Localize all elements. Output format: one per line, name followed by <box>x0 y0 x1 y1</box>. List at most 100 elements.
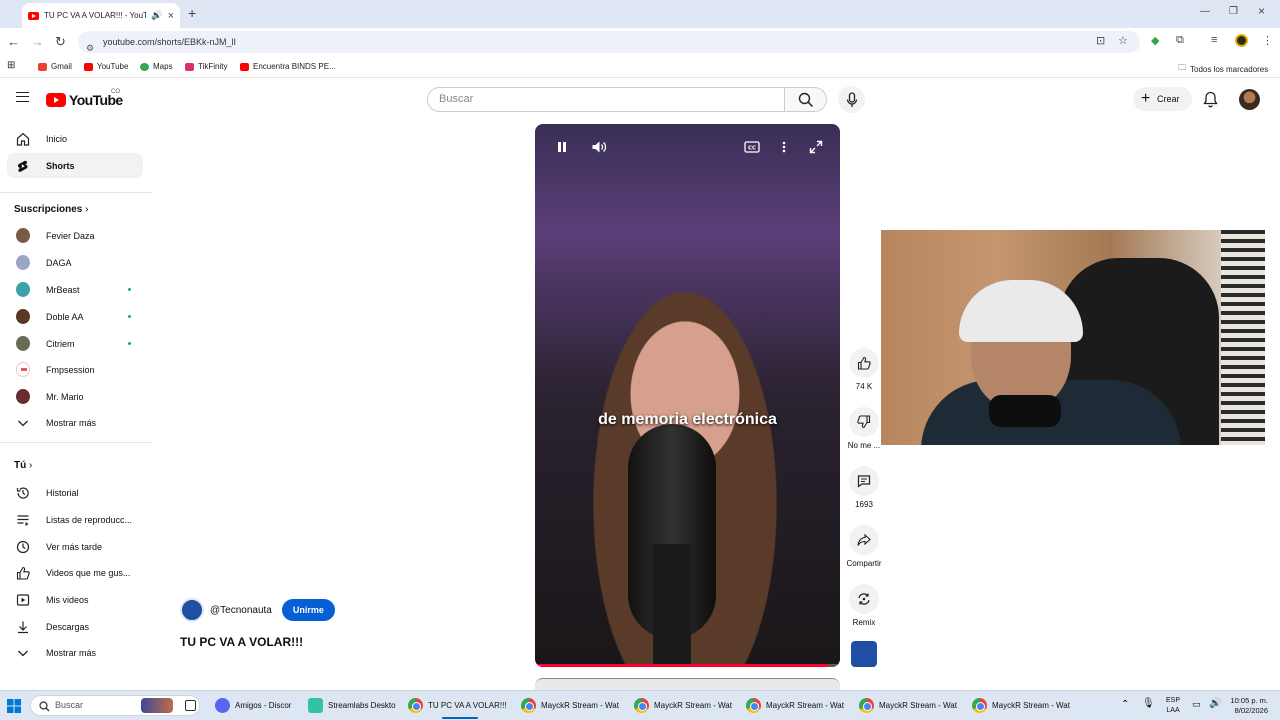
gmail-icon <box>38 62 47 71</box>
video-progress-bar[interactable] <box>535 664 840 667</box>
show-more-subscriptions[interactable]: Mostrar más <box>7 410 143 435</box>
sidebar-item-subscription[interactable]: MrBeast <box>7 277 143 302</box>
dislike-button[interactable]: No me ... <box>843 407 885 450</box>
sidebar-item-inicio[interactable]: Inicio <box>7 126 143 151</box>
sidebar-item-watch-later[interactable]: Ver más tarde <box>7 534 143 559</box>
remix-button[interactable]: Remix <box>843 584 885 627</box>
sidebar-item-subscription[interactable]: Fmpsession <box>7 357 143 382</box>
chevron-up-icon[interactable]: ⌃ <box>1121 699 1129 710</box>
volume-icon[interactable] <box>591 140 607 154</box>
bookmark-binds[interactable]: Encuentra BINDS PE... <box>240 62 336 71</box>
sidebar-item-subscription[interactable]: Citriem <box>7 331 143 356</box>
sidebar-item-historial[interactable]: Historial <box>7 480 143 505</box>
bookmark-maps[interactable]: Maps <box>140 62 173 71</box>
bookmark-label: Gmail <box>51 62 72 71</box>
next-short-preview[interactable] <box>535 678 840 690</box>
channel-handle[interactable]: @Tecnonauta <box>210 605 272 616</box>
pause-icon[interactable] <box>555 140 569 154</box>
streamlabs-icon <box>308 698 323 713</box>
taskbar-app[interactable]: Amigos - Discor <box>215 698 291 713</box>
join-button[interactable]: Unirme <box>281 599 335 621</box>
chrome-icon <box>972 698 987 713</box>
sidebar-item-shorts[interactable]: Shorts <box>7 153 143 178</box>
sidebar-item-playlists[interactable]: Listas de reproducc... <box>7 507 143 532</box>
close-tab-icon[interactable]: × <box>168 10 174 22</box>
install-app-icon[interactable]: ⊡ <box>1096 34 1105 47</box>
profile-avatar[interactable] <box>1235 34 1248 47</box>
search-icon <box>39 701 50 712</box>
channel-thumbnail[interactable] <box>851 641 877 667</box>
notifications-bell-icon[interactable] <box>1203 91 1218 108</box>
share-button[interactable]: Compartir <box>843 525 885 568</box>
search-input[interactable]: Buscar <box>427 87 785 112</box>
language-indicator[interactable]: ESP LAA <box>1166 696 1180 716</box>
clock-time: 10:05 p. m. <box>1230 696 1268 705</box>
back-icon[interactable]: ← <box>7 34 20 49</box>
minimize-icon[interactable]: — <box>1200 6 1210 17</box>
bookmark-gmail[interactable]: Gmail <box>38 62 72 71</box>
extension-icon[interactable]: ◆ <box>1151 34 1159 47</box>
search-button[interactable] <box>785 87 827 112</box>
guide-menu-icon[interactable] <box>16 92 29 102</box>
reload-icon[interactable]: ↻ <box>55 34 66 50</box>
audio-playing-icon[interactable]: 🔊 <box>151 10 162 21</box>
taskbar-app[interactable]: Streamlabs Deskto <box>308 698 396 713</box>
url-text: youtube.com/shorts/EBKk-nJM_lI <box>103 37 237 47</box>
taskbar-app[interactable]: MayckR Stream - Wat <box>634 698 732 713</box>
microphone-tray-icon[interactable]: 🎙 <box>1142 698 1155 709</box>
sidebar-item-my-videos[interactable]: Mis videos <box>7 587 143 612</box>
taskbar-app[interactable]: MayckR Stream - Wat <box>972 698 1070 713</box>
bookmark-star-icon[interactable]: ☆ <box>1118 34 1128 47</box>
sidebar-item-subscription[interactable]: Doble AA <box>7 304 143 329</box>
clock[interactable]: 10:05 p. m. 8/02/2026 <box>1228 696 1268 716</box>
closed-captions-icon[interactable]: CC <box>744 140 760 154</box>
channel-avatar[interactable] <box>180 598 204 622</box>
volume-tray-icon[interactable]: 🔊 <box>1209 698 1221 709</box>
microphone-icon <box>846 92 858 107</box>
bookmark-youtube[interactable]: YouTube <box>84 62 128 71</box>
user-avatar[interactable] <box>1239 89 1260 110</box>
extensions-puzzle-icon[interactable]: ⧉ <box>1176 34 1184 47</box>
voice-search-button[interactable] <box>838 86 865 113</box>
sidebar-item-subscription[interactable]: Mr. Mario <box>7 384 143 409</box>
windows-start-icon[interactable] <box>7 699 21 713</box>
create-button[interactable]: + Crear <box>1133 87 1192 111</box>
bookmark-tikfinity[interactable]: TikFinity <box>185 62 227 71</box>
sidebar-item-subscription[interactable]: Fevier Daza <box>7 223 143 248</box>
taskbar-app[interactable]: MayckR Stream - Wat <box>859 698 957 713</box>
you-heading[interactable]: Tú › <box>14 460 32 471</box>
address-bar[interactable]: ⚙ youtube.com/shorts/EBKk-nJM_lI <box>78 31 1140 53</box>
fullscreen-icon[interactable] <box>809 140 823 154</box>
comments-button[interactable]: 1693 <box>843 466 885 509</box>
browser-tab[interactable]: TU PC VA A VOLAR!!! - YouTube 🔊 × <box>22 3 180 28</box>
sidebar-item-label: Ver más tarde <box>46 541 103 552</box>
taskbar-app[interactable]: MayckR Stream - Wat <box>521 698 619 713</box>
maximize-icon[interactable]: ❐ <box>1229 6 1238 17</box>
subscriptions-heading[interactable]: Suscripciones › <box>14 204 88 215</box>
more-options-icon[interactable] <box>779 140 789 154</box>
sidebar-item-liked-videos[interactable]: Videos que me gus... <box>7 560 143 585</box>
new-tab-button[interactable]: + <box>188 5 196 21</box>
taskbar-search[interactable]: Buscar <box>30 695 200 716</box>
task-view-icon[interactable] <box>185 700 196 711</box>
short-title: TU PC VA A VOLAR!!! <box>180 635 304 649</box>
taskbar-app-label: Streamlabs Deskto <box>328 701 396 710</box>
all-bookmarks-folder[interactable]: 🗀 Todos los marcadores <box>1178 62 1268 76</box>
media-controls-icon[interactable]: ≡ <box>1211 34 1217 46</box>
short-video-player[interactable]: CC de memoria electrónica <box>535 124 840 667</box>
taskbar-app[interactable]: TU PC VA A VOLAR!!! <box>408 698 507 713</box>
like-button[interactable]: 74 K <box>843 348 885 391</box>
taskbar-app[interactable]: MayckR Stream - Wat <box>746 698 844 713</box>
browser-menu-icon[interactable]: ⋮ <box>1262 34 1273 47</box>
sidebar-item-label: Descargas <box>46 621 90 632</box>
network-icon[interactable]: ▭ <box>1192 699 1201 710</box>
sidebar-item-downloads[interactable]: Descargas <box>7 614 143 639</box>
forward-icon[interactable]: → <box>31 34 44 49</box>
show-more-you[interactable]: Mostrar más <box>7 640 143 665</box>
sidebar-item-subscription[interactable]: DAGA <box>7 250 143 275</box>
bookmark-label: Encuentra BINDS PE... <box>253 62 336 71</box>
apps-grid-icon[interactable]: ⊞ <box>7 60 15 71</box>
show-more-label: Mostrar más <box>46 647 97 658</box>
thumbs-up-icon <box>857 356 871 370</box>
close-window-icon[interactable]: × <box>1258 4 1265 18</box>
